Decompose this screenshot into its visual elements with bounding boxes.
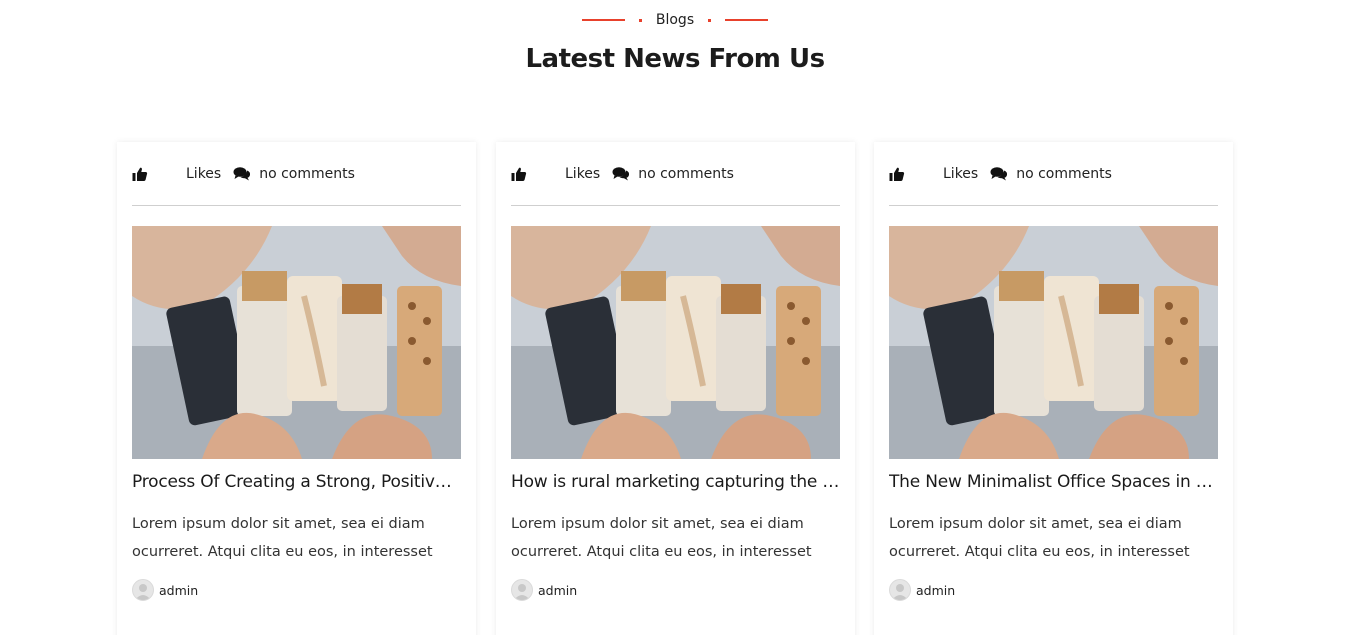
section-label-text: Blogs (655, 12, 695, 28)
author-name[interactable]: admin (916, 583, 955, 598)
post-author[interactable]: admin (132, 579, 198, 601)
post-meta: Likes no comments (889, 142, 1218, 206)
thumbs-up-icon[interactable] (132, 166, 148, 182)
post-title[interactable]: The New Minimalist Office Spaces in the … (889, 472, 1218, 492)
section-title: Latest News From Us (525, 44, 825, 74)
post-title[interactable]: Process Of Creating a Strong, Positive B… (132, 472, 461, 492)
blog-card: Likes no comments How is rural marketing… (496, 142, 855, 635)
comments-icon[interactable] (233, 166, 251, 182)
post-image[interactable] (889, 226, 1218, 459)
thumbs-up-icon[interactable] (889, 166, 905, 182)
section-label: Blogs (0, 8, 1350, 32)
avatar-icon (889, 579, 911, 601)
post-excerpt: Lorem ipsum dolor sit amet, sea ei diam … (889, 516, 1190, 560)
decorative-line-left (581, 19, 625, 21)
avatar-icon (511, 579, 533, 601)
soap-bars-photo-icon (889, 226, 1218, 459)
author-name[interactable]: admin (159, 583, 198, 598)
soap-bars-photo-icon (511, 226, 840, 459)
post-title[interactable]: How is rural marketing capturing the mar… (511, 472, 840, 492)
blog-card: Likes no comments Process Of Creating a … (117, 142, 476, 635)
decorative-line-right (725, 19, 769, 21)
likes-label[interactable]: Likes (186, 166, 221, 182)
soap-bars-photo-icon (132, 226, 461, 459)
thumbs-up-icon[interactable] (511, 166, 527, 182)
post-excerpt: Lorem ipsum dolor sit amet, sea ei diam … (132, 516, 433, 560)
post-author[interactable]: admin (511, 579, 577, 601)
post-excerpt: Lorem ipsum dolor sit amet, sea ei diam … (511, 516, 812, 560)
comments-icon[interactable] (990, 166, 1008, 182)
post-meta: Likes no comments (511, 142, 840, 206)
post-meta: Likes no comments (132, 142, 461, 206)
likes-label[interactable]: Likes (565, 166, 600, 182)
post-author[interactable]: admin (889, 579, 955, 601)
comments-link[interactable]: no comments (259, 166, 355, 182)
avatar-icon (132, 579, 154, 601)
author-name[interactable]: admin (538, 583, 577, 598)
likes-label[interactable]: Likes (943, 166, 978, 182)
comments-icon[interactable] (612, 166, 630, 182)
blog-card: Likes no comments The New Minimalist Off… (874, 142, 1233, 635)
decorative-dot-right (708, 18, 712, 22)
post-image[interactable] (132, 226, 461, 459)
comments-link[interactable]: no comments (638, 166, 734, 182)
post-image[interactable] (511, 226, 840, 459)
comments-link[interactable]: no comments (1016, 166, 1112, 182)
decorative-dot-left (638, 18, 642, 22)
